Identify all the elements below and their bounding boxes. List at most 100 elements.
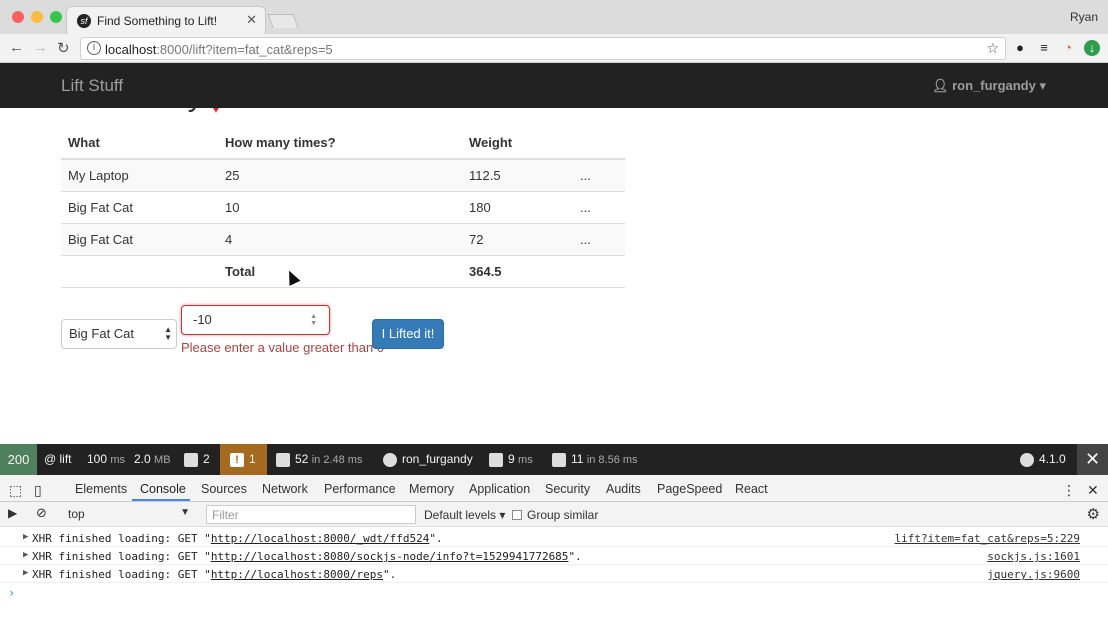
tab-elements[interactable]: Elements xyxy=(75,482,127,496)
url-host: localhost xyxy=(105,42,157,57)
extension-fire-icon[interactable]: ● xyxy=(1012,40,1028,56)
warning-icon: ! xyxy=(230,452,244,467)
log-suffix: ". xyxy=(568,550,582,563)
log-suffix: ". xyxy=(383,568,397,581)
console-settings-gear-icon[interactable]: ⚙ xyxy=(1087,505,1100,523)
extension-speed-icon[interactable]: ◔ xyxy=(1060,40,1076,56)
tab-performance[interactable]: Performance xyxy=(324,482,396,496)
expand-triangle-icon[interactable]: ▶ xyxy=(23,532,28,542)
expand-triangle-icon[interactable]: ▶ xyxy=(23,550,28,560)
log-source-link[interactable]: sockjs.js:1601 xyxy=(987,550,1080,563)
close-tab-icon[interactable]: ✕ xyxy=(246,12,257,28)
symfony-debug-toolbar: 200 @ lift 100 ms 2.0 MB 2 ! 1 52 in 2.48… xyxy=(0,444,1108,475)
forms-panel[interactable]: 2 xyxy=(184,444,210,475)
security-user: ron_furgandy xyxy=(402,452,473,466)
tab-pagespeed[interactable]: PageSpeed xyxy=(657,482,722,496)
security-panel[interactable]: ron_furgandy xyxy=(383,444,473,475)
status-code-badge[interactable]: 200 xyxy=(0,444,37,475)
browser-tab-strip: sf Find Something to Lift! ✕ Ryan xyxy=(0,0,1108,34)
row-actions-link[interactable]: ... xyxy=(573,190,625,223)
console-prompt-icon[interactable]: › xyxy=(8,586,15,600)
number-spinner-icon[interactable]: ▲ ▼ xyxy=(310,313,317,327)
extension-download-icon[interactable]: ↓ xyxy=(1084,40,1100,56)
show-sidebar-icon[interactable]: ▶︎ xyxy=(8,506,17,520)
log-prefix: XHR finished loading: GET " xyxy=(32,532,211,545)
inspect-element-icon[interactable]: ⬚ xyxy=(9,482,22,499)
close-toolbar-icon[interactable]: ✕ xyxy=(1077,444,1108,475)
doctrine-panel[interactable]: 11 in 8.56 ms xyxy=(552,444,638,475)
log-suffix: ". xyxy=(429,532,443,545)
log-url-link[interactable]: http://localhost:8000/reps xyxy=(211,568,383,581)
console-log-row[interactable]: ▶ XHR finished loading: GET "http://loca… xyxy=(0,565,1108,583)
forward-arrow-icon[interactable]: → xyxy=(33,39,48,56)
back-arrow-icon[interactable]: ← xyxy=(9,39,24,56)
request-time-value: 100 xyxy=(87,452,108,466)
tab-application[interactable]: Application xyxy=(469,482,530,496)
request-time[interactable]: 100 ms xyxy=(87,444,125,475)
group-similar-checkbox[interactable]: Group similar xyxy=(512,508,598,522)
context-select[interactable]: top ▼ xyxy=(62,505,194,524)
context-select-value: top xyxy=(68,507,85,521)
row-actions-link[interactable]: ... xyxy=(573,222,625,255)
symfony-version[interactable]: 4.1.0 xyxy=(1020,444,1066,475)
table-row: Big Fat Cat 4 72 ... xyxy=(61,222,625,255)
device-toolbar-icon[interactable]: ▯ xyxy=(34,482,42,499)
route-indicator[interactable]: @ lift xyxy=(44,444,72,475)
browser-tab[interactable]: sf Find Something to Lift! ✕ xyxy=(66,6,266,34)
tab-react[interactable]: React xyxy=(735,482,768,496)
log-levels-dropdown[interactable]: Default levels ▾ xyxy=(424,508,505,522)
brand-link-overlay[interactable]: Lift Stuff xyxy=(61,76,123,96)
symfony-logo-icon xyxy=(1020,452,1034,467)
log-url-link[interactable]: http://localhost:8080/sockjs-node/info?t… xyxy=(211,550,569,563)
cell-what: My Laptop xyxy=(61,158,218,191)
log-message: XHR finished loading: GET "http://localh… xyxy=(32,550,582,563)
events-panel[interactable]: 52 in 2.48 ms xyxy=(276,444,362,475)
twig-panel[interactable]: 9 ms xyxy=(489,444,533,475)
caret-down-icon: ▾ xyxy=(1035,78,1046,93)
tab-network[interactable]: Network xyxy=(262,482,308,496)
lifted-it-button[interactable]: I Lifted it! xyxy=(372,319,444,349)
checkbox-icon xyxy=(512,510,522,520)
address-bar[interactable]: i localhost:8000/lift?item=fat_cat&reps=… xyxy=(80,37,1006,60)
tab-memory[interactable]: Memory xyxy=(409,482,454,496)
reload-icon[interactable]: ↻ xyxy=(57,39,70,57)
close-devtools-icon[interactable]: ✕ xyxy=(1087,482,1099,499)
log-source-link[interactable]: jquery.js:9600 xyxy=(987,568,1080,581)
user-dropdown-overlay[interactable]: 👤︎ ron_furgandy ▾ xyxy=(932,78,1046,94)
request-time-unit: ms xyxy=(110,454,126,466)
bookmark-star-icon[interactable]: ☆ xyxy=(986,40,999,57)
console-log-row[interactable]: ▶ XHR finished loading: GET "http://loca… xyxy=(0,529,1108,547)
reps-input[interactable]: -10 ▲ ▼ xyxy=(181,305,330,335)
column-header-times: How many times? xyxy=(218,126,462,160)
db-suffix: in 8.56 ms xyxy=(586,454,638,466)
console-log-row[interactable]: ▶ XHR finished loading: GET "http://loca… xyxy=(0,547,1108,565)
clear-console-icon[interactable]: ⊘ xyxy=(36,505,47,521)
more-options-icon[interactable]: ⋮ xyxy=(1062,482,1076,499)
expand-triangle-icon[interactable]: ▶ xyxy=(23,568,28,578)
tab-audits[interactable]: Audits xyxy=(606,482,641,496)
extension-layers-icon[interactable]: ≡ xyxy=(1036,40,1052,56)
log-source-link[interactable]: lift?item=fat_cat&reps=5:229 xyxy=(895,532,1080,545)
log-url-link[interactable]: http://localhost:8000/_wdt/ffd524 xyxy=(211,532,430,545)
console-filter-input[interactable]: Filter xyxy=(206,505,416,524)
log-message: XHR finished loading: GET "http://localh… xyxy=(32,532,443,545)
tab-console[interactable]: Console xyxy=(140,482,186,496)
symfony-favicon-icon: sf xyxy=(77,14,91,28)
new-tab-button[interactable] xyxy=(267,14,299,28)
column-header-actions xyxy=(573,126,625,160)
tab-security[interactable]: Security xyxy=(545,482,590,496)
profile-name[interactable]: Ryan xyxy=(1070,10,1098,24)
info-icon[interactable]: i xyxy=(87,41,101,55)
minimize-window-button[interactable] xyxy=(31,11,43,23)
db-query-count: 11 xyxy=(571,452,584,466)
user-dropdown-label: ron_furgandy xyxy=(952,78,1036,93)
logs-warning-panel[interactable]: ! 1 xyxy=(220,444,267,475)
item-select[interactable]: Big Fat Cat ▲ ▼ xyxy=(61,319,177,349)
row-actions-link[interactable]: ... xyxy=(573,158,625,191)
close-window-button[interactable] xyxy=(12,11,24,23)
tab-sources[interactable]: Sources xyxy=(201,482,247,496)
memory-usage[interactable]: 2.0 MB xyxy=(134,444,171,475)
dropdown-arrow-icon: ▼ xyxy=(180,507,190,518)
user-icon xyxy=(383,452,397,467)
maximize-window-button[interactable] xyxy=(50,11,62,23)
